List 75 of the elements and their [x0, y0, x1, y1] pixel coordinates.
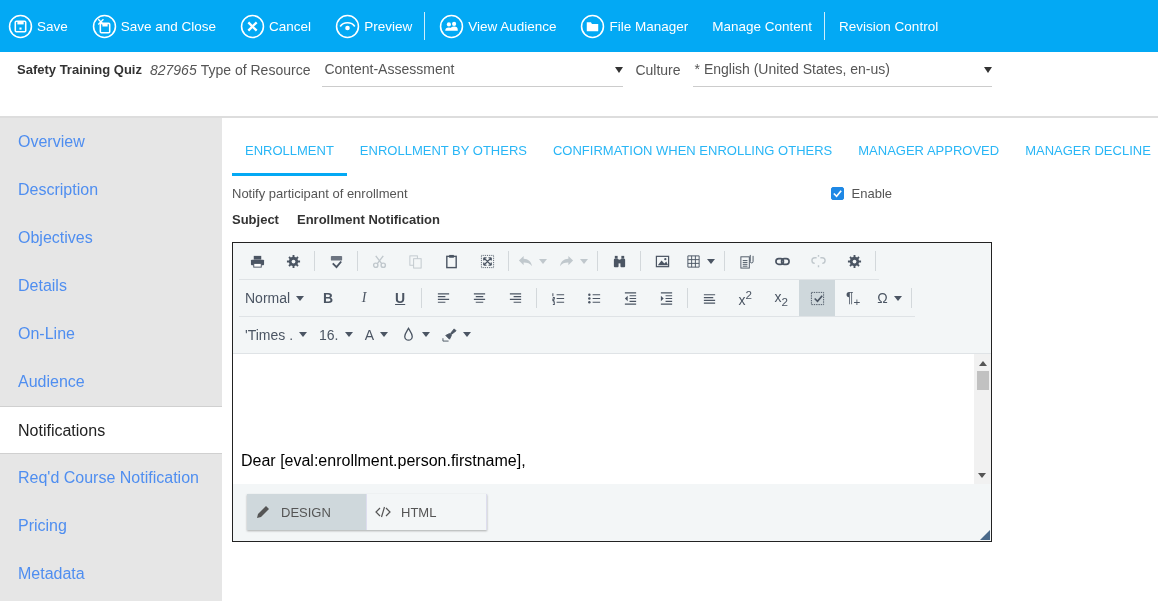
sidebar-item[interactable]: Pricing [0, 502, 222, 550]
format-dropdown[interactable]: Ω [871, 280, 908, 316]
format-dropdown[interactable]: 16. [313, 316, 359, 353]
caret-icon [707, 258, 715, 264]
caret-icon [615, 67, 624, 73]
caret-icon [539, 258, 547, 264]
toolbar-button[interactable]: Cancel [240, 13, 312, 39]
notify-label: Notify participant of enrollment [232, 185, 408, 201]
format-button[interactable]: x$_{2}$ [763, 280, 800, 316]
toolbar-button[interactable]: Preview [335, 13, 413, 39]
folder-icon [580, 13, 606, 39]
tab[interactable]: MANAGER APPROVED [845, 143, 1013, 176]
mode-tab[interactable]: HTML [367, 494, 487, 530]
caret-icon [421, 332, 430, 337]
sidebar-item[interactable]: Description [0, 166, 222, 214]
field-label: Type of Resource [200, 62, 311, 78]
people-icon [439, 13, 465, 39]
caret-icon [380, 332, 389, 337]
caret-icon [983, 67, 992, 73]
checklist-button[interactable] [799, 280, 836, 316]
tab[interactable]: ENROLLMENT [232, 143, 347, 176]
mode-tab[interactable]: DESIGN [247, 494, 367, 530]
format-dropdown[interactable]: A [358, 316, 395, 353]
scroll-down-icon[interactable] [978, 473, 986, 478]
checkbox-label: Enable [851, 185, 892, 201]
toolbar-link[interactable]: Manage Content [712, 18, 813, 34]
floppy-icon [91, 13, 117, 39]
sidebar-item[interactable]: Req'd Course Notification [0, 454, 222, 502]
caret-icon [344, 332, 353, 337]
subject-label: Subject [232, 212, 279, 229]
caret-icon [299, 332, 308, 337]
dropdown-field[interactable]: Content-Assessment [322, 60, 624, 87]
code-icon [375, 504, 391, 520]
format-dropdown[interactable]: 'Times . [239, 316, 314, 353]
tab[interactable]: ENROLLMENT BY OTHERS [346, 143, 540, 176]
sidebar-item[interactable]: Metadata [0, 550, 222, 598]
resource-title: Safety Training Quiz [17, 62, 142, 77]
toolbar-button[interactable]: View Audience [439, 13, 557, 39]
sidebar-item[interactable]: Objectives [0, 214, 222, 262]
resize-handle-icon[interactable] [980, 530, 990, 540]
toolbar-button[interactable]: Save and Close [91, 13, 217, 39]
body-text: Dear [eval:enrollment.person.firstname], [241, 452, 526, 470]
tab[interactable]: CONFIRMATION WHEN ENROLLING OTHERS [540, 143, 846, 176]
toolbar-button[interactable]: File Manager [580, 13, 689, 39]
format-button[interactable]: I [346, 280, 383, 316]
subject-value: Enrollment Notification [296, 212, 440, 229]
pencil-icon [255, 504, 271, 520]
sidebar-item[interactable]: Audience [0, 358, 222, 406]
floppy-icon [8, 13, 33, 39]
close-icon [240, 13, 266, 39]
caret-icon [296, 295, 305, 301]
eye-icon [335, 13, 361, 39]
sidebar-item[interactable]: Notifications [0, 406, 222, 454]
sidebar-item[interactable]: Details [0, 262, 222, 310]
resource-id: 827965 [149, 62, 197, 78]
scroll-up-icon[interactable] [978, 361, 987, 366]
field-label: Culture [635, 62, 681, 78]
sidebar-item[interactable]: On-Line [0, 310, 222, 358]
format-button[interactable]: x$^{2}$ [727, 280, 764, 316]
tab[interactable]: MANAGER DECLINE [1012, 143, 1158, 176]
format-button[interactable]: ¶$_{+}$ [835, 280, 872, 316]
format-button[interactable]: B [310, 280, 347, 316]
editor-content[interactable]: Dear [eval:enrollment.person.firstname], [233, 354, 991, 484]
format-dropdown[interactable]: Normal [239, 280, 311, 316]
dropdown-field[interactable]: * English (United States, en-us) [692, 60, 992, 87]
checklist-icon [809, 290, 825, 306]
format-button[interactable]: U [382, 280, 419, 316]
toolbar-link[interactable]: Revision Control [839, 18, 939, 34]
scroll-thumb[interactable] [976, 371, 989, 390]
caret-icon [580, 258, 588, 264]
caret-icon [893, 295, 902, 301]
sidebar-item[interactable]: Overview [0, 118, 222, 166]
caret-icon [462, 332, 471, 337]
toolbar-button[interactable]: Save [8, 13, 68, 39]
checkbox[interactable] [830, 186, 844, 200]
